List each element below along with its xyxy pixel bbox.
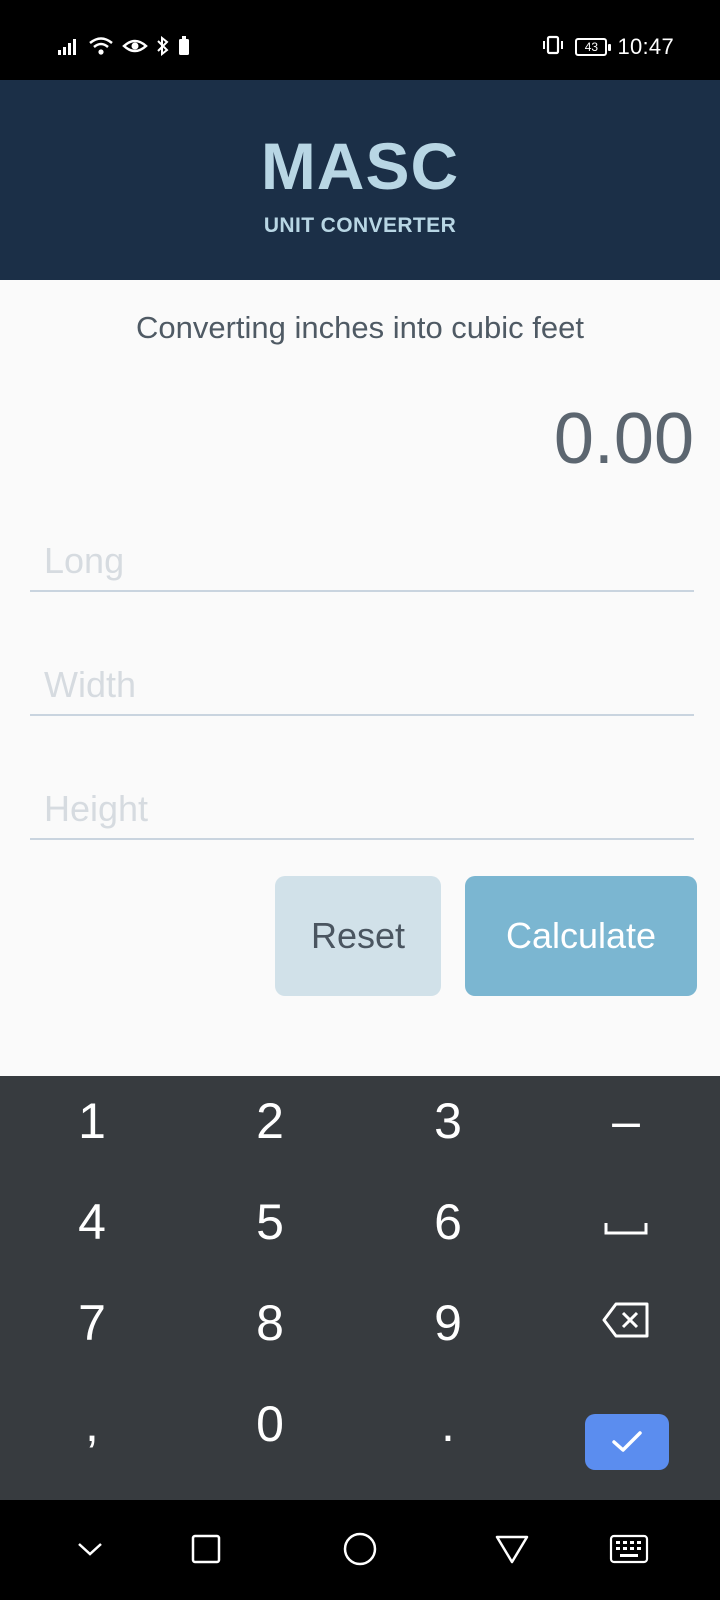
numeric-keyboard: 1 2 3 – 4 5 6 7 8 9 , 0 . <box>0 1076 720 1500</box>
key-6[interactable]: 6 <box>388 1177 508 1267</box>
space-bar-icon <box>604 1223 648 1235</box>
key-done[interactable] <box>585 1414 669 1470</box>
bluetooth-icon <box>156 35 170 60</box>
key-comma[interactable]: , <box>32 1379 152 1469</box>
checkmark-icon <box>612 1431 642 1452</box>
battery-icon: 43 <box>575 38 612 56</box>
app-header: MASC UNIT CONVERTER <box>0 80 720 280</box>
reset-button[interactable]: Reset <box>275 876 441 996</box>
key-1[interactable]: 1 <box>32 1076 152 1166</box>
calculate-button[interactable]: Calculate <box>465 876 697 996</box>
key-2[interactable]: 2 <box>210 1076 330 1166</box>
navigation-bar <box>0 1500 720 1600</box>
key-period[interactable]: . <box>388 1379 508 1469</box>
key-backspace[interactable] <box>566 1278 686 1368</box>
result-value: 0.00 <box>553 399 694 479</box>
key-0[interactable]: 0 <box>210 1379 330 1469</box>
key-7[interactable]: 7 <box>32 1278 152 1368</box>
app-subtitle: UNIT CONVERTER <box>263 214 457 237</box>
long-input[interactable] <box>30 532 694 592</box>
status-bar: 43 10:47 <box>0 0 720 80</box>
key-minus[interactable]: – <box>566 1076 686 1166</box>
back-button[interactable] <box>487 1524 537 1574</box>
eye-icon <box>122 36 148 60</box>
conversion-description: Converting inches into cubic feet <box>135 310 585 345</box>
key-3[interactable]: 3 <box>388 1076 508 1166</box>
key-5[interactable]: 5 <box>210 1177 330 1267</box>
home-icon <box>343 1532 377 1566</box>
back-icon <box>495 1535 529 1564</box>
keyboard-hide-icon <box>78 1543 102 1556</box>
width-input[interactable] <box>30 656 694 716</box>
keyboard-switch-icon <box>609 1534 649 1564</box>
key-4[interactable]: 4 <box>32 1177 152 1267</box>
home-button[interactable] <box>335 1524 385 1574</box>
recent-apps-button[interactable] <box>181 1524 231 1574</box>
keyboard-hide-button[interactable] <box>65 1524 115 1574</box>
status-icons-left <box>58 35 190 60</box>
app-title: MASC <box>260 129 460 203</box>
vibrate-icon <box>541 35 565 59</box>
key-space[interactable] <box>566 1177 686 1267</box>
key-8[interactable]: 8 <box>210 1278 330 1368</box>
status-time: 10:47 <box>617 34 674 59</box>
wifi-icon <box>88 36 114 60</box>
battery-saver-icon <box>178 36 190 60</box>
backspace-icon <box>602 1302 649 1338</box>
key-9[interactable]: 9 <box>388 1278 508 1368</box>
status-icons-right: 43 10:47 <box>541 34 674 60</box>
signal-icon <box>58 37 80 59</box>
keyboard-switch-button[interactable] <box>604 1524 654 1574</box>
recent-apps-icon <box>191 1534 221 1564</box>
height-input[interactable] <box>30 780 694 840</box>
